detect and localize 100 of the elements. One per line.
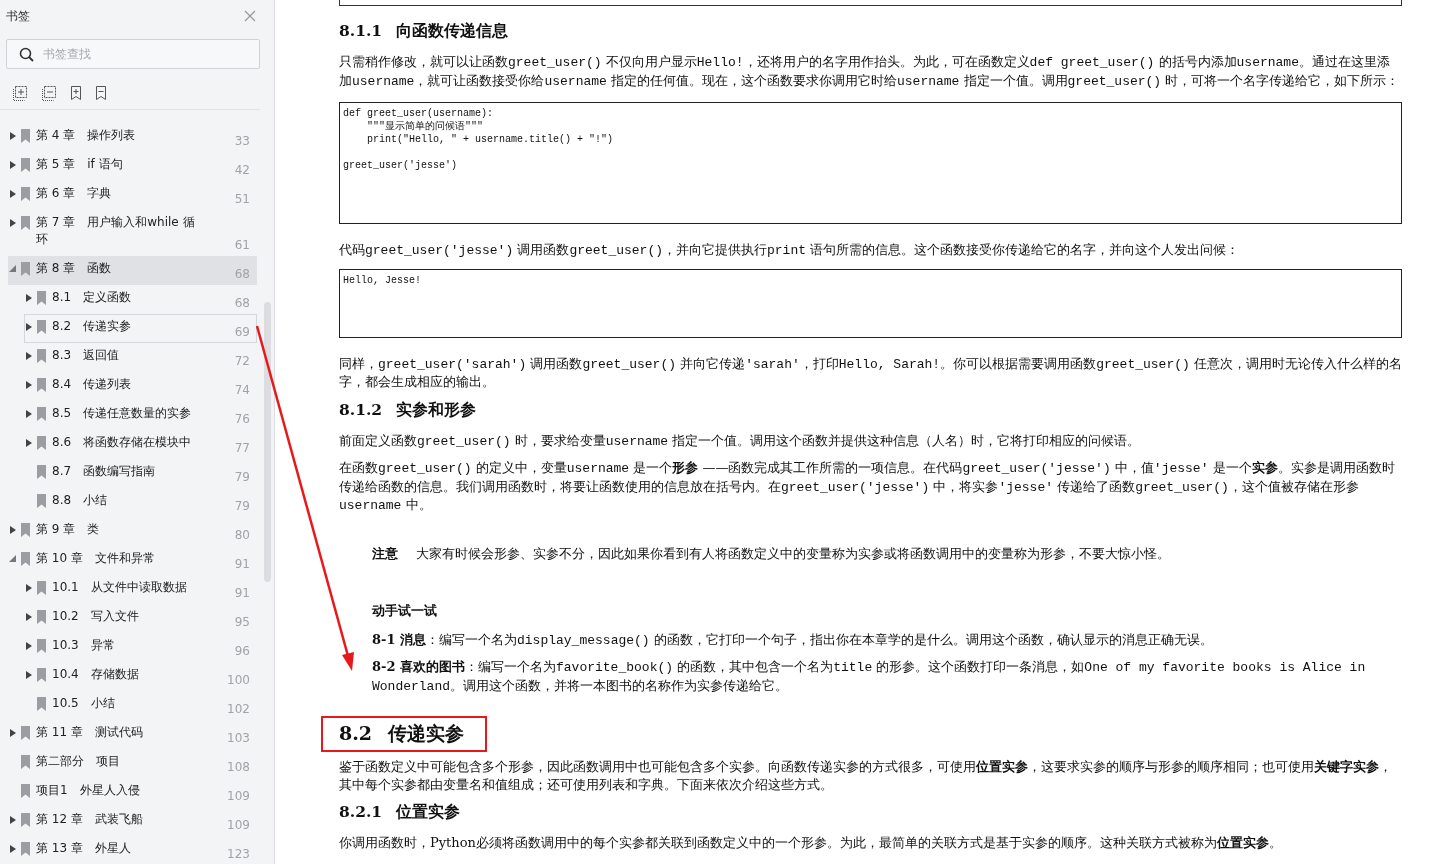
page-number: 123	[226, 846, 251, 863]
section-heading: 8.2 传递实参	[321, 716, 487, 752]
caret-icon[interactable]	[9, 219, 17, 227]
close-icon[interactable]	[244, 10, 256, 22]
bookmark-icon	[37, 639, 46, 653]
paragraph: 代码greet_user('jesse') 调用函数greet_user()，并向它提供执行print 语句所需的信息。这个函数接受你传递给它的名字，并向这个人发出问候：	[339, 241, 1241, 260]
page-number: 108	[226, 759, 251, 776]
page-number: 72	[233, 353, 251, 370]
panel-title: 书签	[6, 7, 30, 25]
bookmark-item[interactable]: 8.3 返回值 72	[24, 343, 257, 372]
bookmark-label: 10.1 从文件中读取数据	[52, 579, 188, 596]
caret-icon[interactable]	[25, 352, 33, 360]
bookmark-label: 8.8 小结	[52, 492, 109, 509]
bookmark-item[interactable]: 第 11 章 测试代码 103	[8, 720, 257, 749]
page-number: 103	[226, 730, 251, 747]
bookmark-label: 8.1 定义函数	[52, 289, 133, 306]
paragraph: 你调用函数时，Python必须将函数调用中的每个实参都关联到函数定义中的一个形参。为此，最简单的关联方式是基于实参的顺序。这种关联方式被称为位置实参。	[339, 834, 1283, 852]
caret-icon[interactable]	[25, 671, 33, 679]
bookmark-label: 8.4 传递列表	[52, 376, 133, 393]
bookmark-item[interactable]: 8.5 传递任意数量的实参 76	[24, 401, 257, 430]
caret-icon[interactable]	[9, 526, 17, 534]
bookmark-item[interactable]: 8.7 函数编写指南 79	[24, 459, 257, 488]
bookmark-item[interactable]: 项目1 外星人入侵 109	[8, 778, 257, 807]
caret-icon[interactable]	[9, 555, 17, 563]
page-number: 100	[226, 672, 251, 689]
caret-icon[interactable]	[9, 161, 17, 169]
bookmark-item[interactable]: 第 7 章 用户输入和while 循环 61	[8, 210, 257, 256]
bookmark-item[interactable]: 第 8 章 函数 68	[8, 256, 257, 285]
bookmark-icon	[21, 523, 30, 537]
bookmark-item[interactable]: 8.2 传递实参 69	[24, 314, 257, 343]
bookmark-item[interactable]: 10.4 存储数据 100	[24, 662, 257, 691]
bookmark-label: 8.7 函数编写指南	[52, 463, 157, 480]
bookmark-item[interactable]: 第 12 章 武装飞船 109	[8, 807, 257, 836]
add-bookmark-icon[interactable]	[70, 85, 82, 101]
caret-icon[interactable]	[9, 816, 17, 824]
caret-icon[interactable]	[25, 381, 33, 389]
bookmark-item[interactable]: 第 10 章 文件和异常 91	[8, 546, 257, 575]
caret-icon[interactable]	[25, 323, 33, 331]
bookmark-item[interactable]: 第二部分 项目 108	[8, 749, 257, 778]
bookmark-label: 8.3 返回值	[52, 347, 121, 364]
page-number: 109	[226, 817, 251, 834]
search-field[interactable]: 书签查找	[6, 39, 260, 69]
bookmark-label: 8.2 传递实参	[52, 318, 133, 335]
bookmark-item[interactable]: 8.6 将函数存储在模块中 77	[24, 430, 257, 459]
bookmark-item[interactable]: 8.4 传递列表 74	[24, 372, 257, 401]
paragraph: 在函数greet_user() 的定义中，变量username 是一个形参 ——函数完成其工作所需的一项信息。在代码greet_user('jesse') 中，值'jesse' 是一个实参。实参是调用函数时传递给函数的信息。我们调用函数时，将要让函数使用的信息放在括号内。在greet_user('jesse') 中，将实参'jesse' 传递给了函数greet_user()，这个值被存储在形参 username 中。	[339, 459, 1396, 515]
page-number: 79	[233, 498, 251, 515]
caret-icon[interactable]	[25, 294, 33, 302]
bookmark-label: 第 13 章 外星人	[36, 840, 132, 857]
caret-icon[interactable]	[25, 410, 33, 418]
bookmark-icon	[21, 552, 30, 566]
page-number: 77	[233, 440, 251, 457]
expand-all-icon[interactable]	[12, 85, 28, 101]
bookmark-label: 10.4 存储数据	[52, 666, 140, 683]
bookmark-item[interactable]: 10.1 从文件中读取数据 91	[24, 575, 257, 604]
bookmark-item[interactable]: 第 5 章 if 语句 42	[8, 152, 257, 181]
bookmark-item[interactable]: 第 9 章 类 80	[8, 517, 257, 546]
bookmark-icon	[21, 216, 30, 230]
bookmark-item[interactable]: 10.5 小结 102	[24, 691, 257, 720]
page-number: 68	[233, 295, 251, 312]
bookmark-label: 项目1 外星人入侵	[36, 782, 141, 799]
bookmark-item[interactable]: 第 6 章 字典 51	[8, 181, 257, 210]
bookmark-item[interactable]: 第 4 章 操作列表 33	[8, 123, 257, 152]
caret-icon[interactable]	[9, 190, 17, 198]
caret-icon[interactable]	[25, 584, 33, 592]
bookmark-icon	[37, 668, 46, 682]
code-text: def greet_user(username): """显示简单的问候语""" print("Hello, " + username.title() + "!")	[343, 107, 615, 146]
bookmark-label: 第 5 章 if 语句	[36, 156, 124, 173]
section-heading: 8.2.1 位置实参	[339, 802, 461, 823]
bookmark-label: 8.5 传递任意数量的实参	[52, 405, 193, 422]
bookmark-label: 10.5 小结	[52, 695, 116, 712]
bookmark-label: 8.6 将函数存储在模块中	[52, 434, 193, 451]
bookmark-label: 第 10 章 文件和异常	[36, 550, 156, 567]
bookmark-item[interactable]: 10.3 异常 96	[24, 633, 257, 662]
caret-icon[interactable]	[9, 845, 17, 853]
bookmark-icon	[21, 129, 30, 143]
caret-icon[interactable]	[9, 729, 17, 737]
page-number: 61	[233, 237, 251, 254]
caret-icon[interactable]	[25, 613, 33, 621]
paragraph: 前面定义函数greet_user() 时，要求给变量username 指定一个值。调用这个函数并提供这种信息（人名）时，它将打印相应的问候语。	[339, 431, 1142, 450]
bookmark-icon	[21, 726, 30, 740]
bookmark-item[interactable]: 第 13 章 外星人 123	[8, 836, 257, 864]
bookmark-icon	[21, 158, 30, 172]
remove-bookmark-icon[interactable]	[95, 85, 107, 101]
caret-icon[interactable]	[25, 642, 33, 650]
bookmark-label: 10.3 异常	[52, 637, 116, 654]
bookmark-icon	[21, 842, 30, 856]
search-icon	[19, 47, 34, 62]
bookmark-item[interactable]: 8.8 小结 79	[24, 488, 257, 517]
bookmark-icon	[37, 581, 46, 595]
section-heading: 8.1.1 向函数传递信息	[339, 21, 509, 42]
caret-icon[interactable]	[25, 439, 33, 447]
page-number: 33	[233, 133, 251, 150]
bookmark-label: 第 4 章 操作列表	[36, 127, 137, 144]
collapse-all-icon[interactable]	[41, 85, 57, 101]
caret-icon[interactable]	[9, 132, 17, 140]
bookmark-item[interactable]: 10.2 写入文件 95	[24, 604, 257, 633]
scrollbar-thumb[interactable]	[264, 302, 271, 582]
bookmark-item[interactable]: 8.1 定义函数 68	[24, 285, 257, 314]
note-label: 注意	[372, 544, 398, 562]
